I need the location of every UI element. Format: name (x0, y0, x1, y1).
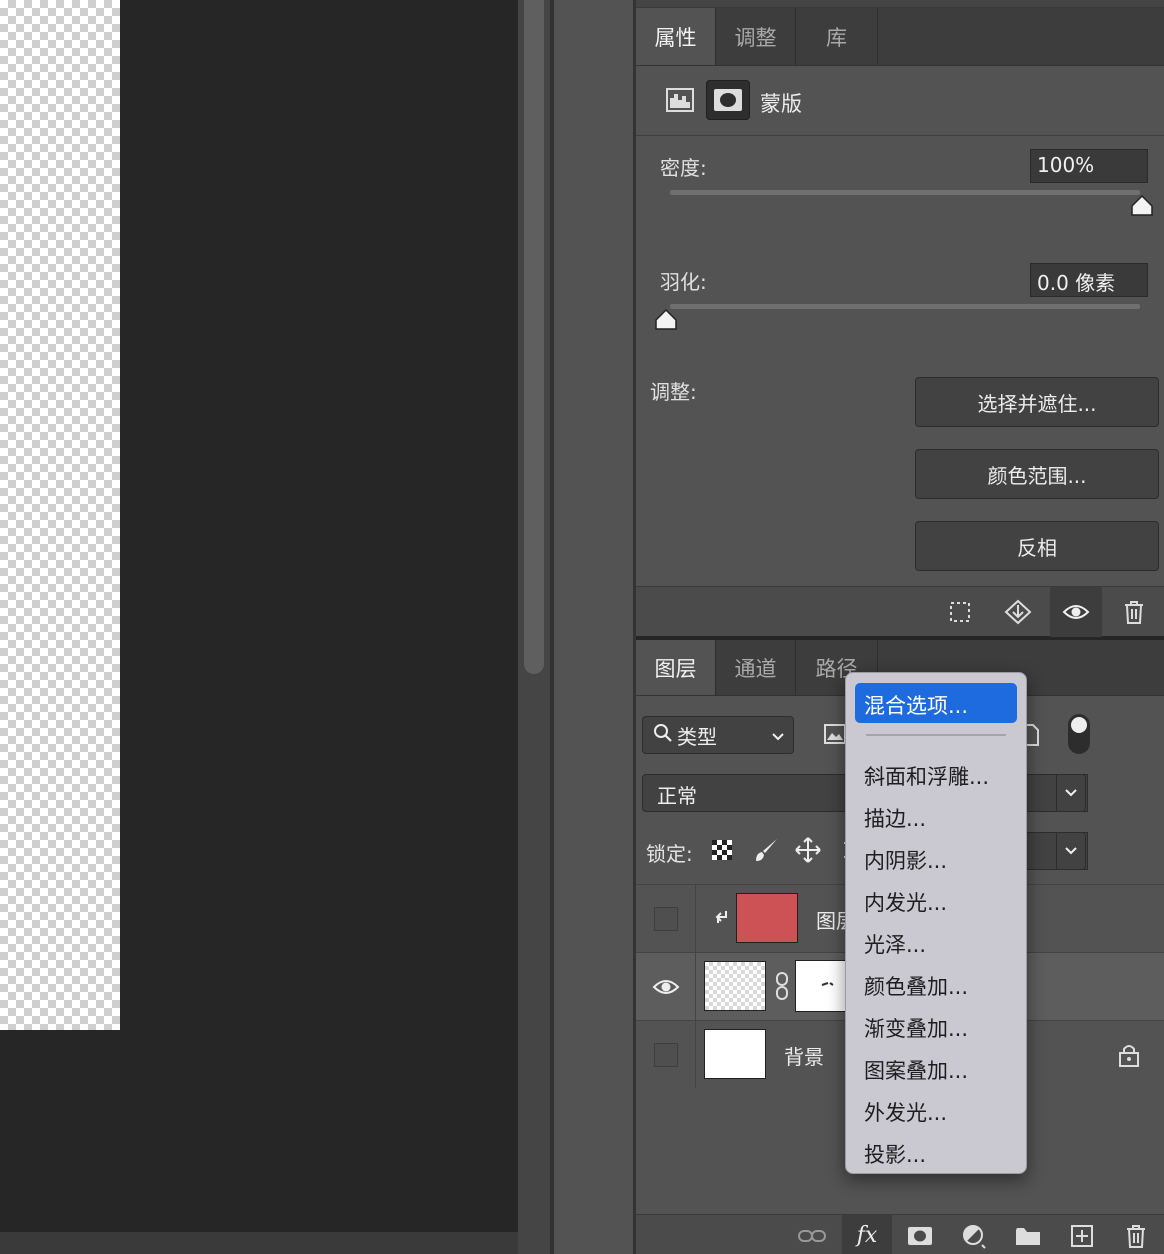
mask-mode-row: 蒙版 (636, 66, 1164, 136)
fx-glyph: fx (856, 1222, 878, 1248)
menu-item-outer-glow[interactable]: 外发光... (846, 1089, 1026, 1131)
menu-item-satin[interactable]: 光泽... (846, 921, 1026, 963)
new-layer-icon[interactable] (1062, 1219, 1102, 1253)
image-filter-icon[interactable] (824, 724, 846, 748)
visibility-toggle[interactable] (636, 885, 696, 952)
feather-field[interactable]: 0.0 像素 (1030, 263, 1148, 297)
density-slider-thumb[interactable] (1130, 194, 1154, 218)
visibility-off-box (653, 1042, 678, 1067)
density-label: 密度: (660, 156, 707, 180)
chevron-down-icon (1065, 789, 1077, 797)
filter-toggle-knob (1071, 717, 1087, 733)
visibility-off-box (653, 906, 678, 931)
layer-filter-dropdown[interactable]: 类型 (642, 716, 794, 754)
layer-name[interactable]: 背景 (784, 1041, 824, 1070)
visibility-toggle[interactable] (636, 953, 696, 1020)
lock-transparent-pixels-icon[interactable] (708, 836, 736, 864)
menu-item-inner-glow[interactable]: 内发光... (846, 879, 1026, 921)
tab-layers[interactable]: 图层 (636, 640, 716, 695)
color-range-button[interactable]: 颜色范围... (915, 449, 1159, 499)
disable-mask-eye-icon[interactable] (1050, 587, 1102, 637)
vector-mask-icon[interactable] (706, 80, 750, 120)
density-field[interactable]: 100% (1030, 149, 1148, 183)
menu-item-stroke[interactable]: 描边... (846, 795, 1026, 837)
delete-mask-icon[interactable] (1108, 587, 1160, 637)
select-and-mask-button[interactable]: 选择并遮住... (915, 377, 1159, 427)
menu-item-inner-shadow[interactable]: 内阴影... (846, 837, 1026, 879)
tab-adjustments[interactable]: 调整 (716, 8, 796, 65)
menu-item-gradient-overlay[interactable]: 渐变叠加... (846, 1005, 1026, 1047)
background-thumbnail (704, 1029, 766, 1079)
lock-icon (1118, 1043, 1140, 1071)
search-icon (653, 723, 673, 748)
delete-layer-icon[interactable] (1116, 1219, 1156, 1253)
load-selection-icon[interactable] (934, 587, 986, 637)
menu-item-color-overlay[interactable]: 颜色叠加... (846, 963, 1026, 1005)
feather-label: 羽化: (660, 270, 707, 294)
tab-channels[interactable]: 通道 (716, 640, 796, 695)
vertical-scrollbar-thumb[interactable] (524, 0, 544, 674)
menu-item-drop-shadow[interactable]: 投影... (846, 1131, 1026, 1173)
clipping-arrow-icon (714, 909, 728, 931)
tab-properties[interactable]: 属性 (636, 8, 716, 65)
invert-button[interactable]: 反相 (915, 521, 1159, 571)
panel-header-bar (636, 0, 1164, 8)
tab-libraries[interactable]: 库 (796, 8, 878, 65)
feather-slider-track[interactable] (670, 304, 1140, 309)
properties-panel: 属性 调整 库 蒙版 密度: 100% 羽化: 0.0 像素 调整: 选择并遮住… (636, 0, 1164, 637)
blend-mode-dropdown[interactable]: 正常 (642, 774, 872, 812)
fill-dropdown-button[interactable] (1056, 832, 1086, 870)
properties-footer (636, 586, 1164, 637)
panel-dock-strip (554, 0, 634, 1254)
mask-label: 蒙版 (760, 92, 802, 116)
opacity-dropdown-button[interactable] (1056, 774, 1086, 812)
chevron-down-icon (1065, 847, 1077, 855)
pixel-mask-icon[interactable] (658, 80, 702, 120)
link-layers-icon[interactable] (792, 1219, 832, 1253)
menu-separator (866, 734, 1006, 736)
filter-type-label: 类型 (677, 724, 717, 749)
new-group-folder-icon[interactable] (1008, 1219, 1048, 1253)
transparent-layer-preview (0, 0, 120, 1030)
apply-mask-icon[interactable] (992, 587, 1044, 637)
lock-position-move-icon[interactable] (794, 836, 822, 864)
menu-item-pattern-overlay[interactable]: 图案叠加... (846, 1047, 1026, 1089)
properties-tabbar: 属性 调整 库 (636, 8, 1164, 66)
chevron-down-icon (771, 723, 785, 747)
document-canvas[interactable] (0, 0, 518, 1232)
eye-icon (652, 979, 679, 994)
add-mask-icon[interactable] (900, 1219, 940, 1253)
horizontal-scrollbar[interactable] (0, 1232, 518, 1254)
menu-item-bevel-emboss[interactable]: 斜面和浮雕... (846, 753, 1026, 795)
lock-image-pixels-brush-icon[interactable] (752, 836, 780, 864)
layer-style-menu: 混合选项... 斜面和浮雕... 描边... 内阴影... 内发光... 光泽.… (845, 672, 1027, 1174)
adjust-label: 调整: (650, 380, 697, 404)
menu-item-blending-options[interactable]: 混合选项... (855, 683, 1017, 723)
filter-toggle[interactable] (1068, 714, 1090, 754)
feather-slider-thumb[interactable] (654, 308, 678, 332)
color-fill-thumbnail (736, 893, 798, 943)
layer-thumbnail (704, 961, 766, 1011)
layers-footer: fx (636, 1214, 1164, 1254)
density-slider-track[interactable] (670, 190, 1140, 195)
visibility-toggle[interactable] (636, 1021, 696, 1088)
lock-label: 锁定: (646, 842, 693, 866)
adjustment-layer-icon[interactable] (954, 1219, 994, 1253)
link-chain-icon[interactable] (774, 971, 790, 1005)
fx-layer-style-icon[interactable]: fx (842, 1215, 892, 1254)
